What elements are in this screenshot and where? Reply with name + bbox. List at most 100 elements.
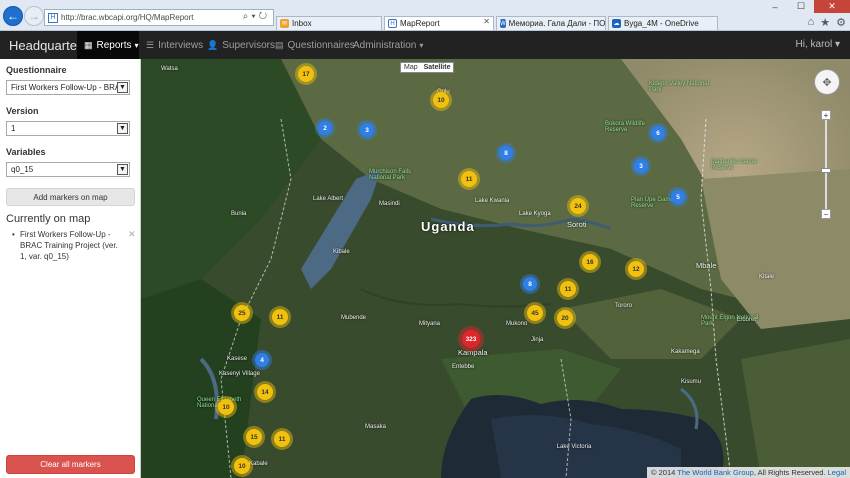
place-label: Kakamega bbox=[671, 349, 700, 355]
map-cluster-marker[interactable]: 4 bbox=[255, 353, 269, 367]
clear-markers-button[interactable]: Clear all markers bbox=[6, 455, 135, 474]
map-cluster-marker[interactable]: 15 bbox=[246, 429, 262, 445]
close-window-icon[interactable]: ✕ bbox=[814, 0, 850, 13]
map-cluster-marker[interactable]: 11 bbox=[461, 171, 477, 187]
variables-select[interactable]: q0_15 ▼ bbox=[6, 162, 130, 177]
chevron-down-icon[interactable]: ▼ bbox=[117, 123, 128, 134]
nav-supervisors[interactable]: 👤 Supervisors bbox=[207, 31, 275, 59]
map-cluster-marker[interactable]: 14 bbox=[257, 384, 273, 400]
map-cluster-marker[interactable]: 2 bbox=[318, 121, 332, 135]
browser-chrome: ← → H http://brac.wbcapi.org/HQ/MapRepor… bbox=[0, 0, 850, 31]
star-icon[interactable]: ★ bbox=[820, 16, 830, 29]
satellite-terrain bbox=[141, 59, 850, 478]
chevron-down-icon[interactable]: ▼ bbox=[117, 164, 128, 175]
map-cluster-marker[interactable]: 16 bbox=[582, 254, 598, 270]
chevron-down-icon[interactable]: ▼ bbox=[117, 82, 128, 93]
version-label: Version bbox=[6, 106, 39, 116]
map-cluster-marker[interactable]: 323 bbox=[462, 330, 480, 348]
tab-onedrive[interactable]: ☁ Byga_4M - OneDrive bbox=[608, 16, 718, 30]
map-cluster-marker[interactable]: 3 bbox=[634, 159, 648, 173]
map-cluster-marker[interactable]: 11 bbox=[560, 281, 576, 297]
zoom-in-button[interactable]: + bbox=[821, 110, 831, 120]
app-navbar: Headquarters ▦ Reports ▾ ☰ Interviews 👤 … bbox=[0, 31, 850, 59]
copyright-link[interactable]: The World Bank Group bbox=[677, 468, 754, 477]
map-copyright: © 2014 The World Bank Group, All Rights … bbox=[647, 467, 850, 478]
home-icon[interactable]: ⌂ bbox=[808, 16, 815, 29]
map-cluster-marker[interactable]: 20 bbox=[557, 310, 573, 326]
gear-icon[interactable]: ⚙ bbox=[836, 16, 846, 29]
map-cluster-marker[interactable]: 8 bbox=[499, 146, 513, 160]
map-cluster-marker[interactable]: 11 bbox=[274, 431, 290, 447]
list-icon: ☰ bbox=[146, 39, 155, 50]
bullet: • bbox=[12, 230, 15, 239]
forward-arrow-icon[interactable]: → bbox=[24, 6, 44, 26]
remove-layer-icon[interactable]: ✕ bbox=[128, 229, 136, 240]
map-cluster-marker[interactable]: 8 bbox=[523, 277, 537, 291]
map-cluster-marker[interactable]: 6 bbox=[651, 126, 665, 140]
nav-questionnaires[interactable]: ▤ Questionnaires bbox=[275, 31, 355, 59]
map-cluster-marker[interactable]: 10 bbox=[234, 458, 250, 474]
place-label: Mubende bbox=[341, 315, 367, 321]
tab-inbox[interactable]: ✉ Inbox bbox=[276, 16, 382, 30]
place-label: Soroti bbox=[567, 220, 587, 229]
place-label: Kisumu bbox=[681, 379, 702, 385]
place-label: Jinja bbox=[531, 337, 544, 343]
tab-memoria[interactable]: W Мемориа. Гала Дали - ПОЛИ... bbox=[496, 16, 606, 30]
place-label: Kampala bbox=[458, 348, 488, 357]
map-cluster-marker[interactable]: 10 bbox=[218, 399, 234, 415]
pan-control-icon[interactable]: ✥ bbox=[814, 69, 840, 95]
place-label: Mount Elgon National Park bbox=[701, 315, 759, 327]
map-type-satellite[interactable]: Satellite bbox=[421, 63, 454, 72]
place-label: Lake Albert bbox=[313, 196, 344, 202]
map-cluster-marker[interactable]: 25 bbox=[234, 305, 250, 321]
page-favicon-icon: W bbox=[500, 19, 506, 28]
back-arrow-icon[interactable]: ← bbox=[3, 6, 23, 26]
map-cluster-marker[interactable]: 24 bbox=[570, 198, 586, 214]
map-canvas[interactable]: Map Satellite Uganda Watsa Gulu Murchiso… bbox=[141, 59, 850, 478]
place-label: Mityana bbox=[419, 321, 441, 327]
place-label: Kidepo Valley National Park bbox=[649, 81, 709, 93]
place-label: Kabale bbox=[249, 461, 268, 467]
nav-reports[interactable]: ▦ Reports ▾ bbox=[77, 31, 139, 59]
map-cluster-marker[interactable]: 17 bbox=[298, 66, 314, 82]
map-cluster-marker[interactable]: 10 bbox=[433, 92, 449, 108]
version-select[interactable]: 1 ▼ bbox=[6, 121, 130, 136]
zoom-out-button[interactable]: − bbox=[821, 209, 831, 219]
zoom-slider-track[interactable] bbox=[825, 120, 827, 209]
nav-administration[interactable]: Administration ▾ bbox=[353, 31, 423, 59]
map-cluster-marker[interactable]: 45 bbox=[527, 305, 543, 321]
maximize-icon[interactable]: ☐ bbox=[788, 0, 814, 13]
map-cluster-marker[interactable]: 11 bbox=[272, 309, 288, 325]
site-favicon-icon: H bbox=[388, 19, 397, 28]
address-bar[interactable]: H http://brac.wbcapi.org/HQ/MapReport ⌕▾… bbox=[44, 9, 274, 26]
close-tab-icon[interactable]: ✕ bbox=[483, 17, 490, 26]
variables-label: Variables bbox=[6, 147, 46, 157]
add-markers-button[interactable]: Add markers on map bbox=[6, 188, 135, 206]
document-icon: ▤ bbox=[275, 39, 284, 50]
map-cluster-marker[interactable]: 3 bbox=[360, 123, 374, 137]
map-cluster-marker[interactable]: 12 bbox=[628, 261, 644, 277]
user-icon: 👤 bbox=[207, 39, 219, 50]
mail-icon: ✉ bbox=[280, 19, 289, 28]
place-label: Kasenyi Village bbox=[219, 371, 260, 377]
tab-mapreport[interactable]: H MapReport ✕ bbox=[384, 16, 494, 30]
zoom-slider-handle[interactable] bbox=[821, 168, 831, 173]
map-type-toggle: Map Satellite bbox=[400, 62, 455, 73]
place-label: Murchison Falls National Park bbox=[369, 169, 412, 181]
place-label: Tororo bbox=[615, 303, 633, 309]
map-cluster-marker[interactable]: 5 bbox=[671, 190, 685, 204]
questionnaire-select[interactable]: First Workers Follow-Up - BRAC ▼ bbox=[6, 80, 130, 95]
current-layer-item: • First Workers Follow-Up - BRAC Trainin… bbox=[12, 230, 118, 261]
place-label: Masaka bbox=[365, 424, 387, 430]
browser-toolbar-icons: ⌂ ★ ⚙ bbox=[808, 16, 846, 29]
minimize-icon[interactable]: – bbox=[762, 0, 788, 13]
search-refresh-icon[interactable]: ⌕▾↻ bbox=[243, 11, 270, 22]
brand-title[interactable]: Headquarters bbox=[9, 38, 88, 53]
nav-interviews[interactable]: ☰ Interviews bbox=[146, 31, 203, 59]
place-label: Watsa bbox=[161, 66, 178, 72]
place-label: Masindi bbox=[379, 201, 400, 207]
legal-link[interactable]: Legal bbox=[828, 468, 846, 477]
map-type-map[interactable]: Map bbox=[401, 63, 421, 72]
user-menu[interactable]: Hi, karol ▾ bbox=[796, 39, 840, 50]
place-label: Lake Kwania bbox=[475, 198, 510, 204]
